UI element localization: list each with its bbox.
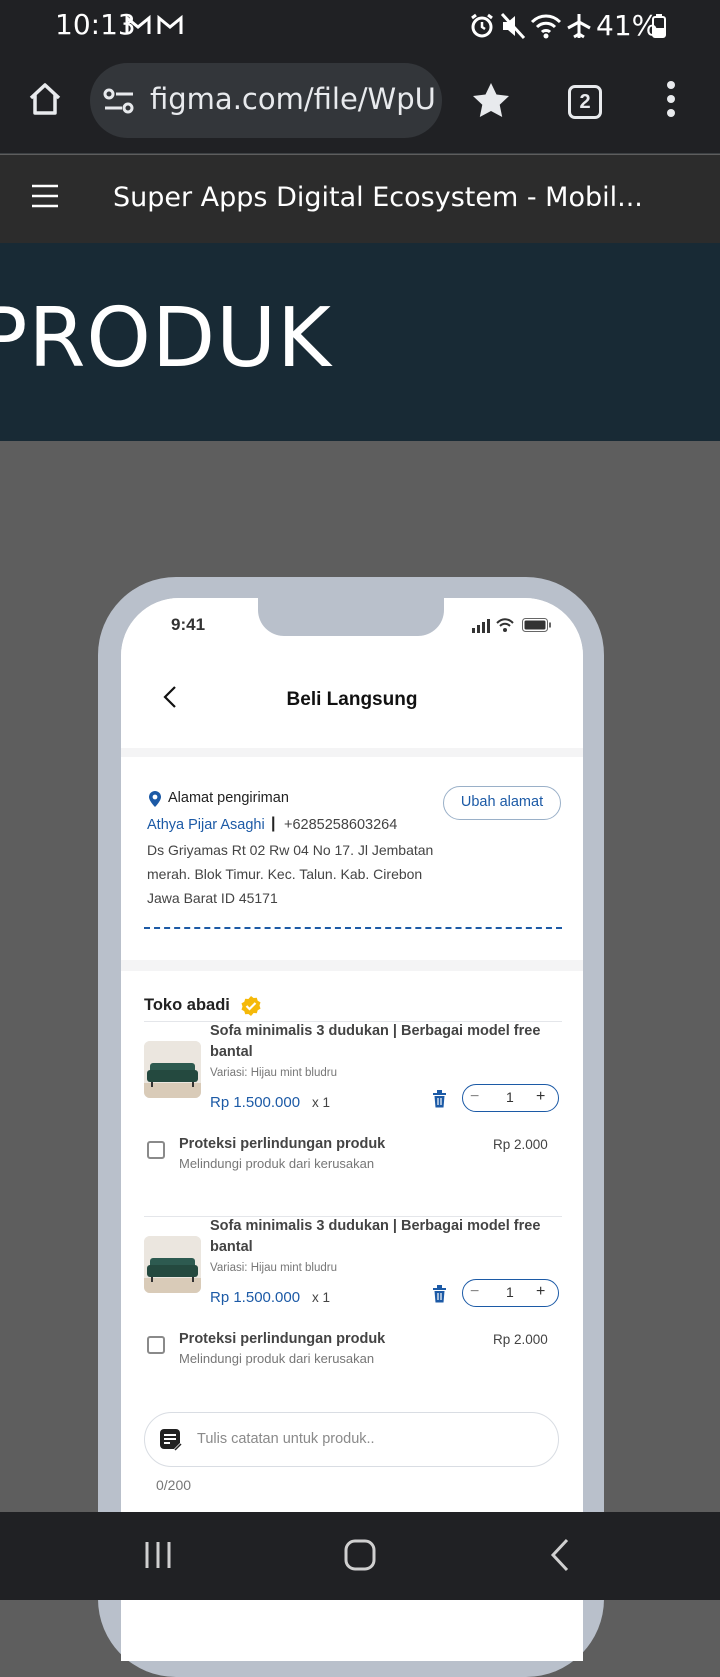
status-bar: 10:13 41% bbox=[0, 0, 720, 52]
more-vert-icon[interactable] bbox=[666, 80, 676, 120]
airplane-icon bbox=[567, 14, 591, 39]
trash-icon[interactable] bbox=[432, 1285, 447, 1303]
protection-checkbox[interactable] bbox=[147, 1141, 165, 1159]
protection-description: Melindungi produk dari kerusakan bbox=[179, 1156, 375, 1171]
alarm-icon bbox=[471, 13, 493, 38]
address-divider bbox=[144, 927, 562, 929]
product-thumbnail[interactable] bbox=[144, 1041, 201, 1098]
browser-toolbar: figma.com/file/WpUi 2 bbox=[0, 52, 720, 154]
product-thumbnail[interactable] bbox=[144, 1236, 201, 1293]
product-qty-label: x 1 bbox=[312, 1095, 331, 1110]
product-price: Rp 1.500.000 bbox=[210, 1289, 301, 1306]
increment-button[interactable]: + bbox=[536, 1283, 545, 1301]
bookmark-star-icon[interactable] bbox=[472, 82, 510, 118]
hamburger-menu-icon[interactable] bbox=[31, 184, 59, 208]
trash-icon[interactable] bbox=[432, 1090, 447, 1108]
decrement-button[interactable]: − bbox=[470, 1283, 479, 1301]
address-card: Alamat pengiriman Ubah alamat Athya Pija… bbox=[121, 757, 583, 960]
canvas-banner: PRODUK bbox=[0, 243, 720, 441]
protection-title: Proteksi perlindungan produk bbox=[179, 1136, 386, 1152]
location-pin-icon bbox=[149, 791, 161, 807]
address-line: Ds Griyamas Rt 02 Rw 04 No 17. Jl Jembat… bbox=[147, 842, 434, 858]
cellular-signal-icon bbox=[472, 619, 490, 633]
nav-back-icon[interactable] bbox=[550, 1538, 570, 1572]
verified-badge-icon bbox=[241, 996, 261, 1016]
mockup-status-time: 9:41 bbox=[171, 615, 206, 634]
note-counter: 0/200 bbox=[156, 1477, 192, 1493]
store-divider bbox=[144, 1021, 562, 1022]
name-phone-separator: | bbox=[271, 815, 276, 832]
product-variant: Variasi: Hijau mint bludru bbox=[210, 1067, 337, 1079]
product-variant: Variasi: Hijau mint bludru bbox=[210, 1262, 337, 1274]
quantity-value: 1 bbox=[506, 1284, 514, 1300]
protection-price: Rp 2.000 bbox=[493, 1137, 548, 1152]
mockup-wifi-icon bbox=[496, 618, 514, 632]
recipient-phone: +6285258603264 bbox=[284, 817, 398, 833]
gmail-icon bbox=[157, 14, 183, 34]
figma-header: Super Apps Digital Ecosystem - Mobil... bbox=[0, 155, 720, 243]
store-name: Toko abadi bbox=[144, 996, 230, 1014]
decrement-button[interactable]: − bbox=[470, 1088, 479, 1106]
tab-switcher-button[interactable]: 2 bbox=[568, 85, 602, 119]
product-title-cont[interactable]: bantal bbox=[210, 1044, 253, 1060]
address-label: Alamat pengiriman bbox=[168, 790, 289, 806]
page-title: Beli Langsung bbox=[286, 689, 418, 710]
recent-apps-icon[interactable] bbox=[143, 1540, 173, 1570]
wifi-icon bbox=[530, 14, 562, 39]
url-text[interactable]: figma.com/file/WpUi bbox=[150, 82, 435, 116]
recipient-name: Athya Pijar Asaghi bbox=[147, 817, 265, 833]
system-nav-bar bbox=[0, 1512, 720, 1600]
product-price: Rp 1.500.000 bbox=[210, 1094, 301, 1111]
home-icon[interactable] bbox=[26, 80, 64, 118]
product-title[interactable]: Sofa minimalis 3 dudukan | Berbagai mode… bbox=[210, 1218, 540, 1234]
protection-checkbox[interactable] bbox=[147, 1336, 165, 1354]
note-placeholder: Tulis catatan untuk produk.. bbox=[197, 1431, 375, 1447]
sofa-image bbox=[144, 1041, 201, 1098]
site-settings-icon[interactable] bbox=[102, 86, 136, 116]
quantity-value: 1 bbox=[506, 1089, 514, 1105]
file-title[interactable]: Super Apps Digital Ecosystem - Mobil... bbox=[113, 182, 643, 213]
increment-button[interactable]: + bbox=[536, 1088, 545, 1106]
quantity-stepper[interactable]: − 1 + bbox=[462, 1279, 559, 1307]
battery-percent: 41% bbox=[596, 9, 659, 42]
mute-icon bbox=[500, 12, 526, 40]
nav-home-icon[interactable] bbox=[343, 1538, 377, 1572]
phone-notch bbox=[258, 598, 444, 636]
protection-description: Melindungi produk dari kerusakan bbox=[179, 1351, 375, 1366]
protection-title: Proteksi perlindungan produk bbox=[179, 1331, 386, 1347]
item-divider bbox=[144, 1216, 562, 1217]
sofa-image bbox=[144, 1236, 201, 1293]
product-qty-label: x 1 bbox=[312, 1290, 331, 1305]
change-address-button[interactable]: Ubah alamat bbox=[443, 786, 561, 820]
banner-heading: PRODUK bbox=[0, 291, 332, 386]
address-line: Jawa Barat ID 45171 bbox=[147, 890, 278, 906]
address-line: merah. Blok Timur. Kec. Talun. Kab. Cire… bbox=[147, 866, 423, 882]
gmail-icon bbox=[125, 14, 151, 34]
checkout-header: Beli Langsung bbox=[121, 655, 583, 748]
note-icon bbox=[160, 1429, 182, 1451]
quantity-stepper[interactable]: − 1 + bbox=[462, 1084, 559, 1112]
battery-icon bbox=[652, 14, 666, 38]
product-title[interactable]: Sofa minimalis 3 dudukan | Berbagai mode… bbox=[210, 1023, 540, 1039]
product-note-field[interactable]: Tulis catatan untuk produk.. bbox=[144, 1412, 559, 1467]
product-title-cont[interactable]: bantal bbox=[210, 1239, 253, 1255]
mockup-battery-icon bbox=[522, 618, 551, 632]
protection-price: Rp 2.000 bbox=[493, 1332, 548, 1347]
